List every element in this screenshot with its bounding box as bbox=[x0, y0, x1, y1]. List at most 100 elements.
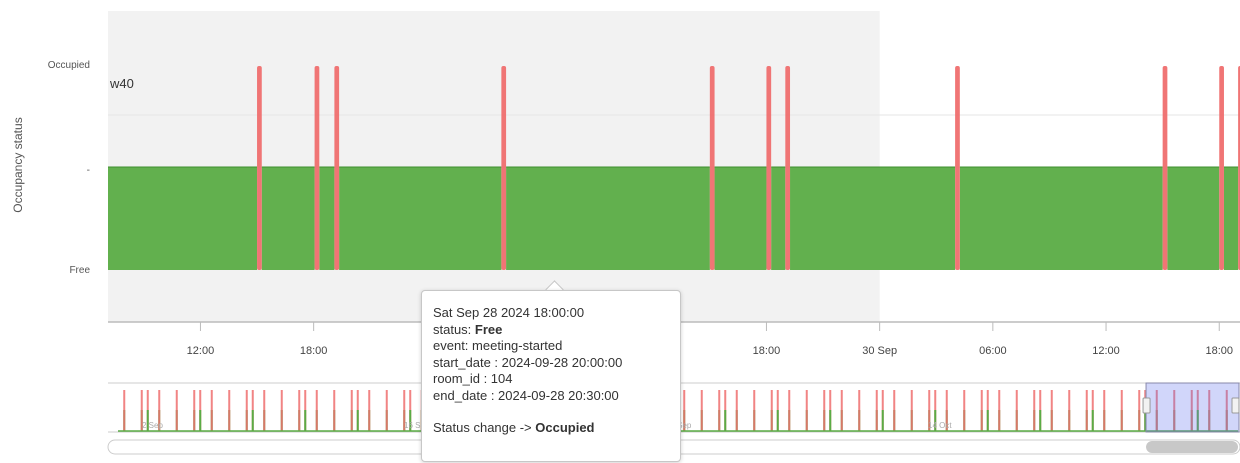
free-segment bbox=[714, 167, 767, 270]
navigator-free-bar bbox=[1091, 410, 1094, 431]
x-tick-label: 06:00 bbox=[979, 345, 1007, 357]
x-tick-label: 30 Sep bbox=[862, 345, 897, 357]
navigator-free-bar bbox=[724, 410, 727, 431]
navigator-occupied-bar bbox=[1138, 390, 1141, 431]
x-axis-ticks: 12:0018:00218:0030 Sep06:0012:0018:00 bbox=[187, 322, 1233, 357]
occupied-spike[interactable] bbox=[1162, 66, 1168, 270]
navigator-occupied-bar bbox=[298, 390, 301, 431]
navigator-occupied-bar bbox=[980, 390, 983, 431]
navigator-occupied-bar bbox=[368, 390, 371, 431]
navigator-occupied-bar bbox=[700, 390, 703, 431]
navigator-occupied-bar bbox=[280, 390, 283, 431]
navigator-occupied-bar bbox=[770, 390, 773, 431]
free-series-area bbox=[108, 166, 1239, 270]
y-axis-title: Occupancy status bbox=[11, 117, 25, 212]
occupied-spike[interactable] bbox=[334, 66, 340, 270]
y-tick-occupied: Occupied bbox=[48, 60, 90, 71]
navigator-occupied-bar bbox=[210, 390, 213, 431]
tooltip-event: event: meeting-started bbox=[433, 338, 563, 353]
navigator-free-bar bbox=[199, 410, 202, 431]
navigator-occupied-bar bbox=[910, 390, 913, 431]
free-segment bbox=[1223, 167, 1239, 270]
navigator-occupied-bar bbox=[333, 390, 336, 431]
navigator-occupied-bar bbox=[753, 390, 756, 431]
navigator-occupied-bar bbox=[998, 390, 1001, 431]
navigator-occupied-bar bbox=[875, 390, 878, 431]
occupied-spike[interactable] bbox=[709, 66, 715, 270]
scrollbar-thumb[interactable] bbox=[1146, 441, 1238, 453]
free-segment bbox=[319, 167, 335, 270]
navigator-occupied-bar bbox=[315, 390, 318, 431]
navigator-occupied-bar bbox=[823, 390, 826, 431]
navigator-occupied-bar bbox=[718, 390, 721, 431]
free-segment bbox=[506, 167, 710, 270]
tooltip-change-value: Occupied bbox=[535, 420, 595, 435]
free-segment bbox=[108, 167, 258, 270]
y-tick-mid: - bbox=[87, 165, 90, 176]
occupied-spike[interactable] bbox=[314, 66, 320, 270]
y-tick-free: Free bbox=[69, 265, 90, 276]
occupied-spike[interactable] bbox=[785, 66, 791, 270]
navigator-occupied-bar bbox=[263, 390, 266, 431]
free-segment bbox=[1167, 167, 1220, 270]
occupied-spike[interactable] bbox=[1219, 66, 1224, 270]
navigator-occupied-bar bbox=[805, 390, 808, 431]
x-tick-label: 12:00 bbox=[1092, 345, 1120, 357]
navigator-occupied-bar bbox=[1103, 390, 1106, 431]
x-tick-label: 12:00 bbox=[187, 345, 215, 357]
navigator-free-bar bbox=[881, 410, 884, 431]
navigator-free-bar bbox=[304, 410, 307, 431]
navigator-date-label: 14 Oct bbox=[928, 421, 952, 430]
free-segment bbox=[339, 167, 502, 270]
tooltip: Sat Sep 28 2024 18:00:00 status: Free ev… bbox=[421, 290, 681, 462]
occupied-spike[interactable] bbox=[766, 66, 772, 270]
navigator-selection-window[interactable] bbox=[1145, 382, 1240, 433]
navigator-occupied-bar bbox=[1015, 390, 1018, 431]
navigator-date-label: 2 Sep bbox=[142, 421, 163, 430]
tooltip-start-date: start_date : 2024-09-28 20:00:00 bbox=[433, 354, 623, 370]
navigator-occupied-bar bbox=[175, 390, 178, 431]
occupied-spike[interactable] bbox=[955, 66, 960, 270]
navigator-occupied-bar bbox=[228, 390, 231, 431]
navigator-occupied-bar bbox=[735, 390, 738, 431]
x-tick-label: 18:00 bbox=[300, 345, 328, 357]
navigator-free-bar bbox=[829, 410, 832, 431]
navigator-occupied-bar bbox=[245, 390, 248, 431]
tooltip-room-id: room_id : 104 bbox=[433, 371, 513, 386]
navigator-handle-left[interactable] bbox=[1142, 397, 1151, 414]
navigator-occupied-bar bbox=[1050, 390, 1053, 431]
week-label: w40 bbox=[109, 76, 134, 91]
tooltip-status-change-row: Status change -> Occupied bbox=[433, 420, 680, 437]
navigator-occupied-bar bbox=[1033, 390, 1036, 431]
tooltip-date: Sat Sep 28 2024 18:00:00 bbox=[433, 305, 585, 320]
navigator-free-bar bbox=[986, 410, 989, 431]
navigator-occupied-bar bbox=[385, 390, 388, 431]
free-segment bbox=[959, 167, 1163, 270]
occupied-spike[interactable] bbox=[501, 66, 507, 270]
x-tick-label: 18:00 bbox=[1205, 345, 1233, 357]
navigator-free-bar bbox=[251, 410, 254, 431]
tooltip-status-label: status: bbox=[433, 321, 475, 337]
tooltip-status-row: status: Free bbox=[433, 322, 680, 339]
navigator-occupied-bar bbox=[1068, 390, 1071, 431]
navigator-occupied-bar bbox=[893, 390, 896, 431]
free-segment bbox=[771, 167, 786, 270]
free-segment bbox=[790, 167, 956, 270]
navigator-occupied-bar bbox=[193, 390, 196, 431]
navigator-free-bar bbox=[1039, 410, 1042, 431]
navigator-free-bar bbox=[356, 410, 359, 431]
navigator-occupied-bar bbox=[858, 390, 861, 431]
navigator-occupied-bar bbox=[840, 390, 843, 431]
x-tick-label: 18:00 bbox=[753, 345, 781, 357]
navigator-occupied-bar bbox=[788, 390, 791, 431]
navigator-occupied-bar bbox=[963, 390, 966, 431]
tooltip-change-label: Status change -> bbox=[433, 420, 536, 435]
free-segment bbox=[261, 167, 315, 270]
navigator-handle-right[interactable] bbox=[1231, 397, 1240, 414]
tooltip-end-date: end_date : 2024-09-28 20:30:00 bbox=[433, 387, 619, 403]
tooltip-status-value: Free bbox=[474, 321, 503, 337]
navigator-occupied-bar bbox=[1085, 390, 1088, 431]
navigator-occupied-bar bbox=[350, 390, 353, 431]
occupied-spike[interactable] bbox=[257, 66, 262, 270]
navigator-occupied-bar bbox=[123, 390, 126, 431]
